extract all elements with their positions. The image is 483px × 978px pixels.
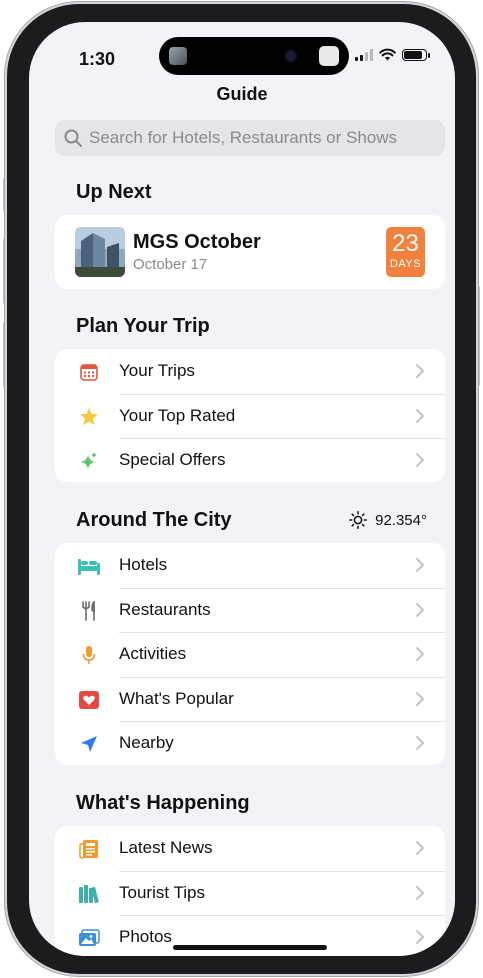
chevron-right-icon <box>416 408 424 423</box>
up-next-heading: Up Next <box>76 181 152 203</box>
heart-icon <box>77 689 101 711</box>
happening-list: Latest News Tourist Tips Photos <box>55 826 445 956</box>
list-item-label: Hotels <box>119 555 168 574</box>
event-title: MGS October <box>133 231 261 253</box>
list-item-label: Your Top Rated <box>119 405 236 425</box>
list-item-top-rated[interactable]: Your Top Rated <box>55 393 445 439</box>
chevron-right-icon <box>416 364 424 378</box>
list-item-activities[interactable]: Activities <box>55 632 445 677</box>
list-item-label: Tourist Tips <box>119 882 205 902</box>
app-activity-icon <box>319 46 339 66</box>
list-item-label: Special Offers <box>119 450 226 469</box>
event-date: October 17 <box>133 256 208 273</box>
list-item-label: Photos <box>119 927 172 946</box>
battery-icon <box>402 48 430 61</box>
now-playing-thumbnail <box>169 47 187 65</box>
countdown-unit: DAYS <box>389 258 422 270</box>
around-city-list: Hotels Restaurants Activities What's Pop… <box>55 543 445 765</box>
sun-icon <box>349 511 368 529</box>
list-item-special-offers[interactable]: Special Offers <box>55 438 445 482</box>
chevron-right-icon <box>416 736 424 750</box>
photos-icon <box>77 927 101 949</box>
temperature: 92.354° <box>375 511 427 529</box>
location-arrow-icon <box>77 733 101 755</box>
camera-icon <box>286 51 296 61</box>
list-item-label: Nearby <box>119 733 174 752</box>
home-indicator[interactable] <box>173 945 327 950</box>
plan-trip-heading: Plan Your Trip <box>76 315 210 337</box>
chevron-right-icon <box>416 885 424 900</box>
around-city-heading: Around The City <box>76 509 232 531</box>
chevron-right-icon <box>416 691 424 706</box>
microphone-icon <box>77 644 101 666</box>
countdown-badge: 23 DAYS <box>386 227 425 277</box>
newspaper-icon <box>77 838 101 860</box>
books-icon <box>77 883 101 905</box>
fork-knife-icon <box>77 600 101 622</box>
happening-heading: What's Happening <box>76 792 250 814</box>
calendar-icon <box>77 361 101 383</box>
list-item-tourist-tips[interactable]: Tourist Tips <box>55 870 445 916</box>
list-item-label: Latest News <box>119 838 213 857</box>
star-icon <box>77 406 101 428</box>
search-icon <box>64 129 82 147</box>
search-input[interactable]: Search for Hotels, Restaurants or Shows <box>55 120 445 156</box>
chevron-right-icon <box>416 602 424 617</box>
up-next-card[interactable]: MGS October October 17 23 DAYS <box>55 215 445 289</box>
chevron-right-icon <box>416 841 424 855</box>
phone-frame: 1:30 Guide Search for Hotels, Restaurant… <box>7 4 476 974</box>
list-item-your-trips[interactable]: Your Trips <box>55 349 445 394</box>
dynamic-island[interactable] <box>159 37 349 75</box>
chevron-right-icon <box>416 453 424 467</box>
list-item-latest-news[interactable]: Latest News <box>55 826 445 871</box>
sparkles-icon <box>77 450 101 472</box>
event-thumbnail <box>75 227 125 277</box>
bed-icon <box>77 555 101 577</box>
search-placeholder: Search for Hotels, Restaurants or Shows <box>89 128 398 147</box>
list-item-restaurants[interactable]: Restaurants <box>55 587 445 633</box>
page-title: Guide <box>216 84 268 104</box>
list-item-label: Restaurants <box>119 599 211 619</box>
wifi-icon <box>379 48 396 61</box>
list-item-hotels[interactable]: Hotels <box>55 543 445 588</box>
countdown-number: 23 <box>392 230 419 257</box>
chevron-right-icon <box>416 647 424 661</box>
list-item-nearby[interactable]: Nearby <box>55 721 445 765</box>
weather-readout: 92.354° <box>349 511 427 529</box>
power-button <box>476 286 480 386</box>
list-item-whats-popular[interactable]: What's Popular <box>55 676 445 722</box>
chevron-right-icon <box>416 930 424 944</box>
status-time: 1:30 <box>79 49 116 69</box>
status-indicators <box>355 48 430 61</box>
list-item-label: Your Trips <box>119 361 195 380</box>
list-item-label: Activities <box>119 644 187 663</box>
list-item-label: What's Popular <box>119 688 234 708</box>
cellular-signal-icon <box>355 48 373 61</box>
chevron-right-icon <box>416 558 424 572</box>
screen: 1:30 Guide Search for Hotels, Restaurant… <box>29 22 455 956</box>
plan-trip-list: Your Trips Your Top Rated Special Offers <box>55 349 445 482</box>
